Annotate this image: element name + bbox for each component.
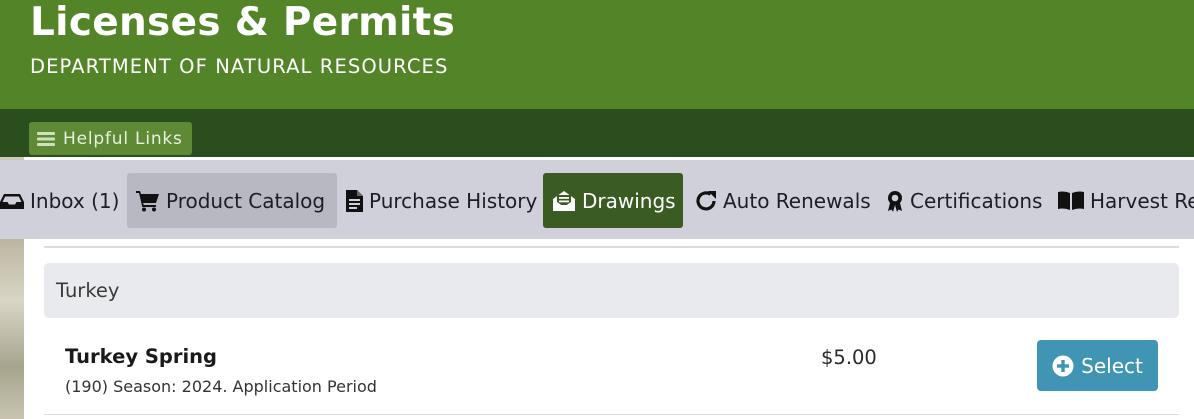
site-subtitle: DEPARTMENT OF NATURAL RESOURCES — [30, 55, 449, 78]
nav-item-label: Purchase History — [369, 188, 538, 213]
nav-item-harvest-reporting[interactable]: Harvest Re — [1049, 173, 1194, 228]
nav-item-label: Auto Renewals — [723, 188, 871, 213]
select-button[interactable]: Select — [1037, 340, 1158, 391]
category-header: Turkey — [44, 263, 1179, 318]
divider — [44, 414, 1179, 415]
cart-icon — [136, 190, 160, 212]
select-button-label: Select — [1081, 353, 1143, 378]
nav-item-certifications[interactable]: Certifications — [877, 173, 1051, 228]
product-price: $5.00 — [821, 346, 877, 369]
nav-item-label: Harvest Re — [1090, 188, 1194, 213]
inbox-icon — [0, 191, 24, 211]
nav-item-inbox[interactable]: Inbox (1) — [0, 173, 128, 228]
envelope-open-icon — [552, 190, 576, 212]
main-nav: Inbox (1) Product Catalog Purchase Histo… — [0, 160, 1194, 239]
book-icon — [1058, 190, 1084, 211]
site-header: Licenses & Permits DEPARTMENT OF NATURAL… — [0, 0, 1194, 109]
nav-item-purchase-history[interactable]: Purchase History — [337, 173, 546, 228]
nav-item-product-catalog[interactable]: Product Catalog — [127, 173, 337, 228]
menu-icon — [37, 131, 55, 147]
product-description: (190) Season: 2024. Application Period — [65, 377, 377, 396]
nav-item-label: Drawings — [582, 188, 676, 213]
divider — [44, 246, 1179, 248]
product-name: Turkey Spring — [65, 345, 217, 368]
site-title: Licenses & Permits — [30, 0, 456, 45]
nav-item-label: Product Catalog — [166, 188, 326, 213]
nav-item-drawings[interactable]: Drawings — [543, 173, 683, 228]
receipt-icon — [346, 189, 363, 212]
catalog-panel: Turkey Turkey Spring (190) Season: 2024.… — [24, 239, 1194, 419]
redo-icon — [695, 190, 717, 212]
award-icon — [886, 190, 904, 212]
nav-item-label: Certifications — [910, 188, 1043, 213]
helpful-links-bar: Helpful Links — [0, 109, 1194, 157]
helpful-links-label: Helpful Links — [63, 128, 183, 149]
nav-item-label: Inbox (1) — [30, 188, 120, 213]
helpful-links-button[interactable]: Helpful Links — [29, 122, 192, 155]
plus-circle-icon — [1052, 355, 1074, 377]
nav-item-auto-renewals[interactable]: Auto Renewals — [686, 173, 880, 228]
